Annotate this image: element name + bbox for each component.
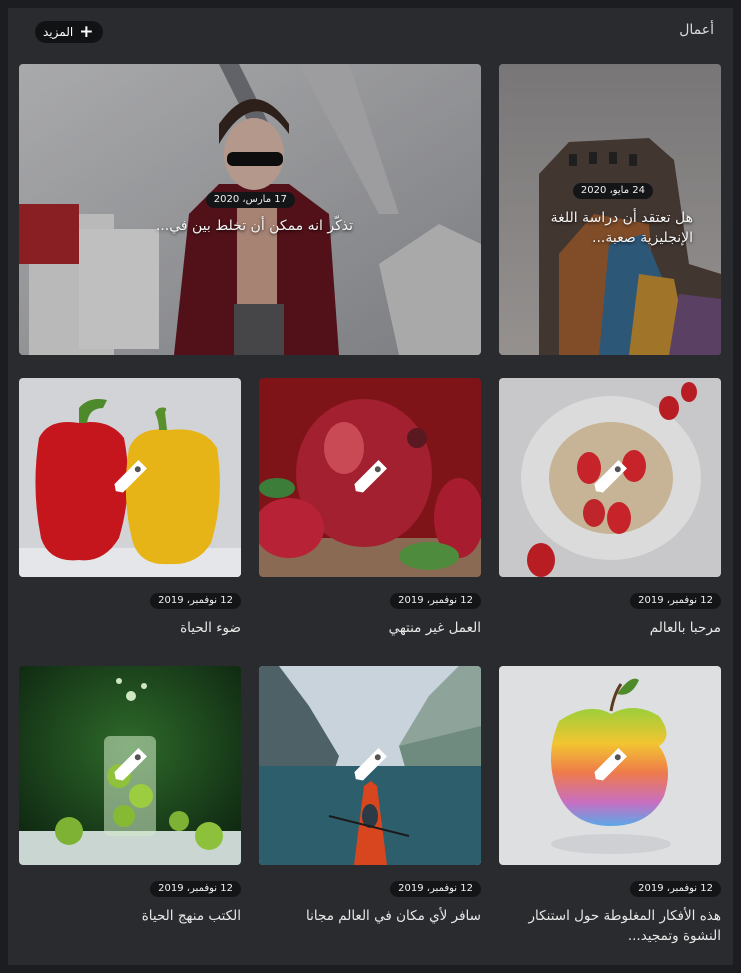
post-card-image[interactable] <box>19 378 241 577</box>
tag-icon <box>114 748 147 781</box>
featured-card-building[interactable]: 24 مايو، 2020 هل تعتقد أن دراسة اللغة ال… <box>499 64 721 355</box>
post-date-badge: 12 نوفمبر، 2019 <box>630 881 721 897</box>
tag-icon <box>594 748 627 781</box>
tag-icon <box>114 460 147 493</box>
tag-icon <box>354 460 387 493</box>
featured-card-shopping[interactable]: 17 مارس، 2020 تذكّر انه ممكن أن تخلط بين… <box>19 64 481 355</box>
post-title[interactable]: العمل غير منتهي <box>259 618 481 638</box>
post-title[interactable]: مرحبا بالعالم <box>499 618 721 638</box>
post-title[interactable]: ضوء الحياة <box>19 618 241 638</box>
post-date-badge: 12 نوفمبر، 2019 <box>150 881 241 897</box>
tag-icon <box>354 748 387 781</box>
featured-title: هل تعتقد أن دراسة اللغة الإنجليزية صعبة.… <box>550 210 693 246</box>
post-date-badge: 12 نوفمبر، 2019 <box>390 881 481 897</box>
post-card-image[interactable] <box>259 378 481 577</box>
plus-icon: + <box>79 21 94 42</box>
featured-title: تذكّر انه ممكن أن تخلط بين في... <box>155 218 353 234</box>
date-badge: 24 مايو، 2020 <box>572 183 653 199</box>
more-button[interactable]: + المزيد <box>35 21 104 43</box>
post-title[interactable]: هذه الأفكار المغلوطة حول استنكار النشوة … <box>499 906 721 946</box>
portfolio-panel: أعمال + المزيد 24 مايو، 2020 هل تعتقد أن… <box>8 8 733 965</box>
woman-shopping-image <box>19 64 481 355</box>
section-title: أعمال <box>679 22 714 38</box>
post-card-image[interactable] <box>499 378 721 577</box>
more-button-label: المزيد <box>43 25 74 39</box>
post-title[interactable]: الكتب منهج الحياة <box>19 906 241 926</box>
post-date-badge: 12 نوفمبر، 2019 <box>390 593 481 609</box>
date-badge: 17 مارس، 2020 <box>205 192 295 208</box>
post-date-badge: 12 نوفمبر، 2019 <box>630 593 721 609</box>
post-title[interactable]: سافر لأي مكان في العالم مجانا <box>259 906 481 926</box>
post-card-image[interactable] <box>19 666 241 865</box>
tag-icon <box>594 460 627 493</box>
post-card-image[interactable] <box>499 666 721 865</box>
post-card-image[interactable] <box>259 666 481 865</box>
post-date-badge: 12 نوفمبر، 2019 <box>150 593 241 609</box>
